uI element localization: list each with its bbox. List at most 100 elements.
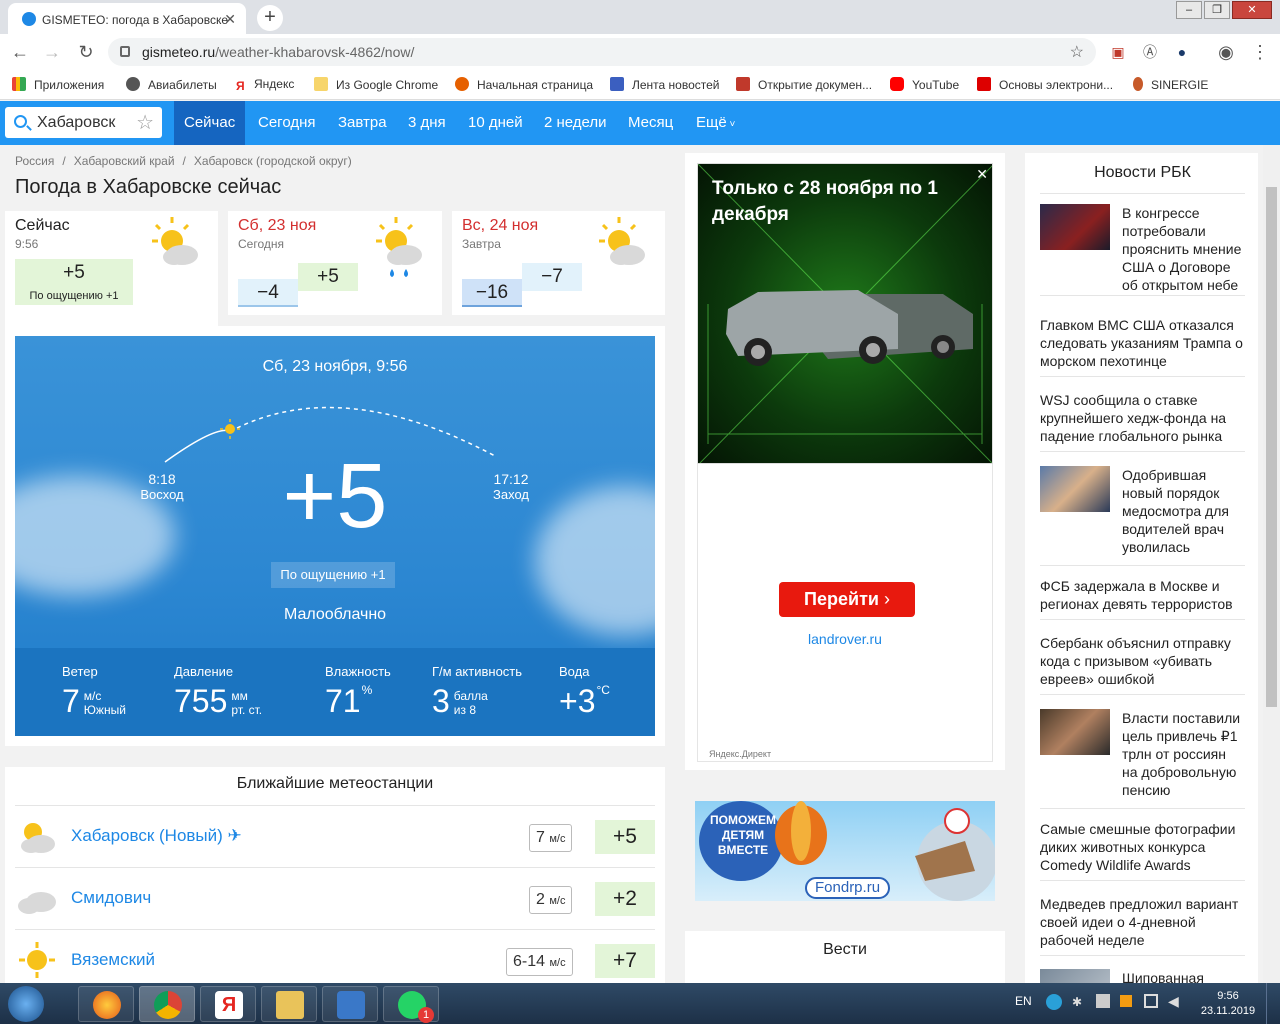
forward-arrow-icon[interactable]: → <box>42 42 62 62</box>
news-item[interactable]: Одобрившая новый порядок медосмотра для … <box>1040 466 1245 566</box>
station-wind: 7 м/с <box>529 824 573 852</box>
nav-today[interactable]: Сегодня <box>248 101 326 145</box>
show-desktop-button[interactable] <box>1266 983 1280 1024</box>
ad-image[interactable]: Только с 28 ноября по 1 декабря ✕ <box>697 163 993 464</box>
card-saturday[interactable]: Сб, 23 ноя Сегодня −4 +5 <box>228 211 442 315</box>
bookmark-apps[interactable]: Приложения <box>12 77 104 92</box>
news-item[interactable]: Власти поставили цель привлечь ₽1 трлн о… <box>1040 709 1245 809</box>
maximize-icon[interactable]: ❐ <box>1204 1 1230 19</box>
page-scrollbar[interactable] <box>1263 145 1280 983</box>
pdf-extension-icon[interactable]: ▣ <box>1108 42 1128 62</box>
station-temp: +5 <box>595 820 655 854</box>
card-now-temp: +5 <box>15 259 133 287</box>
news-item[interactable]: Самые смешные фотографии диких животных … <box>1040 820 1245 881</box>
site-navbar: Хабаровск ☆ Сейчас Сегодня Завтра 3 дня … <box>0 101 1280 145</box>
tray-app-icon[interactable] <box>1120 995 1132 1007</box>
bookmark-aviabilety[interactable]: Авиабилеты <box>126 77 217 92</box>
ad-frame <box>697 464 993 762</box>
close-tab-icon[interactable]: ✕ <box>224 11 236 28</box>
news-item[interactable]: WSJ сообщила о ставке крупнейшего хедж-ф… <box>1040 391 1245 452</box>
yandex-icon: Я <box>236 79 245 93</box>
breadcrumb-region[interactable]: Хабаровский край <box>74 154 175 168</box>
card-now-title: Сейчас <box>15 217 70 234</box>
card-sat-title: Сб, 23 ноя <box>238 217 317 234</box>
taskbar-explorer[interactable] <box>261 986 317 1022</box>
card-now[interactable]: Сейчас 9:56 +5 По ощущению +1 <box>5 211 218 326</box>
minimize-icon[interactable]: – <box>1176 1 1202 19</box>
bookmark-youtube[interactable]: YouTube <box>890 77 959 92</box>
reload-icon[interactable]: ↻ <box>76 42 96 62</box>
taskbar-chrome[interactable] <box>139 986 195 1022</box>
nav-now[interactable]: Сейчас <box>174 101 246 145</box>
station-row[interactable]: Смидович 2 м/с +2 <box>15 867 655 929</box>
current-feels-like: По ощущению +1 <box>271 562 395 588</box>
taskbar-whatsapp[interactable]: 1 <box>383 986 439 1023</box>
news-item[interactable]: Медведев предложил вариант своей идеи о … <box>1040 895 1245 956</box>
card-now-feels: По ощущению +1 <box>15 287 133 305</box>
tray-network-icon[interactable] <box>1096 994 1110 1008</box>
breadcrumb-russia[interactable]: Россия <box>15 154 54 168</box>
nav-2-weeks[interactable]: 2 недели <box>534 101 617 145</box>
ad-headline: Только с 28 ноября по 1 декабря <box>712 178 938 225</box>
banner-text: ПОМОЖЕМ ДЕТЯМ ВМЕСТЕ <box>710 813 776 857</box>
scrollbar-thumb[interactable] <box>1266 187 1277 707</box>
tray-monitor-icon[interactable] <box>1144 994 1158 1008</box>
vpn-uk-extension-icon[interactable]: ● <box>1172 42 1192 62</box>
bookmark-start-page[interactable]: Начальная страница <box>455 77 593 92</box>
language-indicator[interactable]: EN <box>1015 994 1032 1008</box>
station-name[interactable]: Хабаровск (Новый) ✈ <box>71 826 242 846</box>
tab-gismeteo[interactable]: GISMETEO: погода в Хабаровске ✕ <box>8 3 246 34</box>
news-icon <box>610 77 624 91</box>
tray-edge-icon[interactable] <box>1046 994 1062 1010</box>
nav-3-days[interactable]: 3 дня <box>398 101 456 145</box>
nav-more[interactable]: Ещё ˅ <box>686 101 745 145</box>
bookmark-yandex[interactable]: Я Яндекс <box>236 77 294 93</box>
card-sunday[interactable]: Вс, 24 ноя Завтра −16 −7 <box>452 211 665 315</box>
breadcrumb-city[interactable]: Хабаровск (городской округ) <box>194 154 352 168</box>
bookmark-star-icon[interactable]: ☆ <box>1070 42 1084 62</box>
address-bar[interactable]: gismeteo.ru/weather-khabarovsk-4862/now/… <box>108 38 1096 66</box>
chrome-icon <box>154 991 182 1019</box>
news-item[interactable]: ФСБ задержала в Москве и регионах девять… <box>1040 577 1245 620</box>
tray-volume-icon[interactable]: ◀ <box>1168 993 1179 1010</box>
yandex-browser-icon: Я <box>215 991 243 1019</box>
ad-close-icon[interactable]: ✕ <box>976 166 988 183</box>
card-now-time: 9:56 <box>15 237 39 251</box>
bookmark-sinergie[interactable]: SINERGIE <box>1133 77 1208 92</box>
tab-title: GISMETEO: погода в Хабаровске <box>42 13 229 27</box>
taskbar-firefox[interactable] <box>78 986 134 1022</box>
news-item[interactable]: Сбербанк объяснил отправку кода с призыв… <box>1040 634 1245 695</box>
taskbar-yandex[interactable]: Я <box>200 986 256 1022</box>
menu-dots-icon[interactable]: ⋮ <box>1250 42 1270 62</box>
start-button[interactable] <box>8 986 44 1022</box>
nav-tomorrow[interactable]: Завтра <box>328 101 397 145</box>
nav-10-days[interactable]: 10 дней <box>458 101 533 145</box>
station-row[interactable]: Вяземский 6-14 м/с +7 <box>15 929 655 991</box>
taskbar-mail[interactable] <box>322 986 378 1022</box>
stat-wind: Ветер 7 м/с Южный <box>62 664 126 719</box>
favorite-star-icon[interactable]: ☆ <box>136 110 154 135</box>
city-search-input[interactable]: Хабаровск ☆ <box>5 107 162 138</box>
bookmark-news-feed[interactable]: Лента новостей <box>610 77 720 92</box>
bookmark-google-chrome[interactable]: Из Google Chrome <box>314 77 438 92</box>
banner-site: Fondrp.ru <box>805 877 891 899</box>
close-window-icon[interactable]: ✕ <box>1232 1 1272 19</box>
card-sun-sub: Завтра <box>462 237 501 251</box>
bookmark-open-document[interactable]: Открытие докумен... <box>736 77 872 92</box>
back-arrow-icon[interactable]: ← <box>10 42 30 62</box>
account-icon[interactable]: ◉ <box>1216 42 1236 62</box>
station-row[interactable]: Хабаровск (Новый) ✈ 7 м/с +5 <box>15 805 655 867</box>
current-stats: Ветер 7 м/с Южный Давление 755 мм рт. ст. Вл… <box>15 648 655 736</box>
translate-extension-icon[interactable]: Ⓐ <box>1140 42 1160 62</box>
station-name[interactable]: Смидович <box>71 888 151 908</box>
station-name[interactable]: Вяземский <box>71 950 155 970</box>
news-item[interactable]: Главком ВМС США отказался следовать указ… <box>1040 316 1245 377</box>
news-item[interactable]: В конгрессе потребовали прояснить мнение… <box>1040 204 1245 296</box>
charity-banner[interactable]: ПОМОЖЕМ ДЕТЯМ ВМЕСТЕ Fondrp.ru <box>695 801 995 901</box>
tray-bluetooth-icon[interactable]: ✱ <box>1072 995 1082 1009</box>
new-tab-button[interactable]: + <box>257 5 283 31</box>
nav-month[interactable]: Месяц <box>618 101 683 145</box>
tray-clock[interactable]: 9:56 23.11.2019 <box>1196 989 1260 1019</box>
tab-strip: GISMETEO: погода в Хабаровске ✕ + – ❐ ✕ <box>0 0 1280 34</box>
bookmark-electronics[interactable]: Основы электрони... <box>977 77 1113 92</box>
